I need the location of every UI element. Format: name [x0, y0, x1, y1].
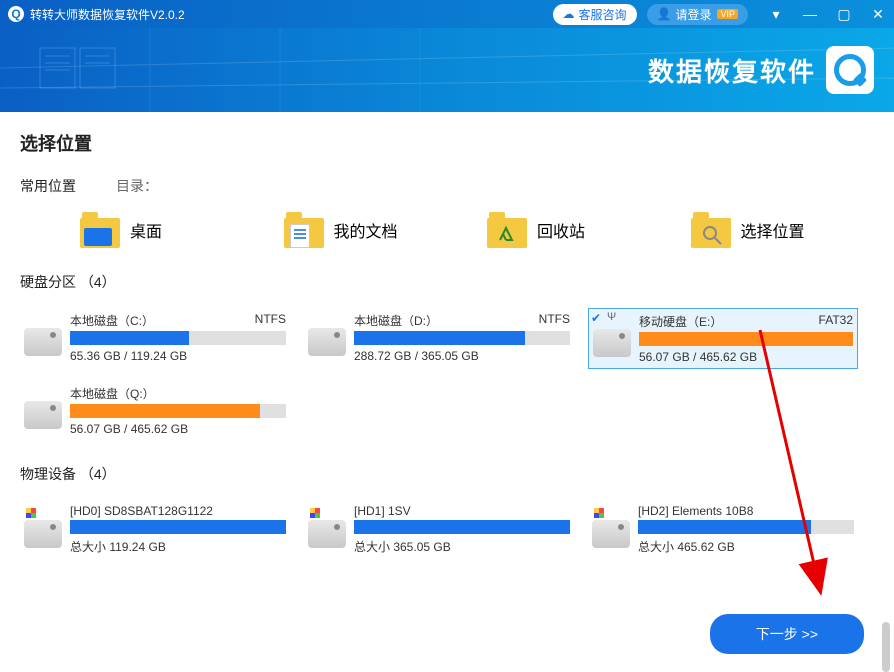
directory-label: 目录：	[116, 176, 158, 196]
minimize-button[interactable]: —	[802, 6, 818, 23]
partition-usage-bar	[354, 331, 570, 345]
common-locations-list: 桌面 我的文档 回收站	[80, 212, 874, 248]
maximize-button[interactable]: ▢	[836, 6, 852, 23]
login-button[interactable]: 👤 请登录 VIP	[647, 4, 748, 25]
partition-e[interactable]: ✔ Ψ 移动硬盘（E:） FAT32 56.07 GB / 465.62 GB	[588, 308, 858, 369]
select-location-title: 选择位置	[20, 130, 874, 156]
customer-service-label: 客服咨询	[579, 6, 627, 23]
vip-badge: VIP	[717, 9, 738, 19]
partition-q[interactable]: 本地磁盘（Q:） 56.07 GB / 465.62 GB	[20, 381, 290, 440]
recycle-folder-icon	[487, 212, 527, 248]
partition-size: 65.36 GB / 119.24 GB	[70, 349, 286, 363]
partition-name: 移动硬盘（E:）	[639, 313, 722, 330]
customer-service-button[interactable]: ☁ 客服咨询	[553, 4, 637, 25]
partition-usage-bar	[639, 332, 853, 346]
physical-size: 总大小 119.24 GB	[70, 538, 286, 555]
partition-size: 56.07 GB / 465.62 GB	[70, 422, 286, 436]
partition-fs: NTFS	[539, 312, 570, 329]
partition-size: 56.07 GB / 465.62 GB	[639, 350, 853, 364]
common-item-browse[interactable]: 选择位置	[691, 212, 875, 248]
login-label: 请登录	[675, 6, 711, 23]
partition-fs: FAT32	[819, 313, 853, 330]
menu-button[interactable]: ▾	[768, 6, 784, 23]
physical-size: 总大小 365.05 GB	[354, 538, 570, 555]
physical-disk-icon	[592, 520, 630, 548]
user-icon: 👤	[657, 7, 672, 21]
physical-name: [HD0] SD8SBAT128G1122	[70, 504, 213, 518]
common-item-label: 我的文档	[334, 218, 398, 242]
common-locations-label: 常用位置	[20, 176, 76, 196]
common-item-label: 选择位置	[741, 218, 805, 242]
partition-size: 288.72 GB / 365.05 GB	[354, 349, 570, 363]
partition-c[interactable]: 本地磁盘（C:） NTFS 65.36 GB / 119.24 GB	[20, 308, 290, 369]
partition-usage-bar	[70, 331, 286, 345]
close-button[interactable]: ✕	[870, 6, 886, 23]
disk-icon	[24, 401, 62, 429]
headset-icon: ☁	[563, 7, 575, 21]
hero-deco-icon	[30, 38, 130, 98]
physical-hd2[interactable]: [HD2] Elements 10B8 总大小 465.62 GB	[588, 500, 858, 559]
physical-devices-list: [HD0] SD8SBAT128G1122 总大小 119.24 GB [HD1…	[20, 500, 874, 559]
physical-disk-icon	[308, 520, 346, 548]
partition-name: 本地磁盘（D:）	[354, 312, 438, 329]
common-item-desktop[interactable]: 桌面	[80, 212, 264, 248]
physical-name: [HD1] 1SV	[354, 504, 411, 518]
common-item-label: 桌面	[130, 218, 162, 242]
common-item-label: 回收站	[537, 218, 585, 242]
browse-folder-icon	[691, 212, 731, 248]
partition-usage-bar	[70, 404, 286, 418]
titlebar: Q 转转大师数据恢复软件V2.0.2 ☁ 客服咨询 👤 请登录 VIP ▾ — …	[0, 0, 894, 28]
physical-usage-bar	[70, 520, 286, 534]
partitions-title: 硬盘分区 （4）	[20, 272, 874, 292]
hero-banner: 数据恢复软件	[0, 28, 894, 112]
check-icon: ✔	[591, 311, 603, 323]
scrollbar[interactable]	[882, 622, 890, 672]
usb-icon: Ψ	[607, 311, 616, 323]
partitions-list: 本地磁盘（C:） NTFS 65.36 GB / 119.24 GB 本地磁盘（…	[20, 308, 874, 440]
hero-bg-lines	[0, 28, 894, 112]
physical-hd1[interactable]: [HD1] 1SV 总大小 365.05 GB	[304, 500, 574, 559]
next-button[interactable]: 下一步 >>	[710, 614, 864, 654]
physical-usage-bar	[638, 520, 854, 534]
documents-folder-icon	[284, 212, 324, 248]
app-title: 转转大师数据恢复软件V2.0.2	[30, 6, 185, 23]
partition-name: 本地磁盘（C:）	[70, 312, 154, 329]
partition-d[interactable]: 本地磁盘（D:） NTFS 288.72 GB / 365.05 GB	[304, 308, 574, 369]
main-content: 选择位置 常用位置 目录： 桌面 我的文档	[0, 112, 894, 559]
common-item-documents[interactable]: 我的文档	[284, 212, 468, 248]
common-locations-row: 常用位置 目录：	[20, 176, 874, 196]
common-item-recycle[interactable]: 回收站	[487, 212, 671, 248]
disk-icon	[24, 328, 62, 356]
app-logo-icon: Q	[8, 6, 24, 22]
desktop-folder-icon	[80, 212, 120, 248]
physical-name: [HD2] Elements 10B8	[638, 504, 753, 518]
physical-size: 总大小 465.62 GB	[638, 538, 854, 555]
partition-fs: NTFS	[255, 312, 286, 329]
partition-name: 本地磁盘（Q:）	[70, 385, 155, 402]
disk-icon	[308, 328, 346, 356]
physical-devices-title: 物理设备 （4）	[20, 464, 874, 484]
physical-hd0[interactable]: [HD0] SD8SBAT128G1122 总大小 119.24 GB	[20, 500, 290, 559]
footer: 下一步 >>	[710, 614, 864, 654]
physical-usage-bar	[354, 520, 570, 534]
disk-icon	[593, 329, 631, 357]
physical-disk-icon	[24, 520, 62, 548]
